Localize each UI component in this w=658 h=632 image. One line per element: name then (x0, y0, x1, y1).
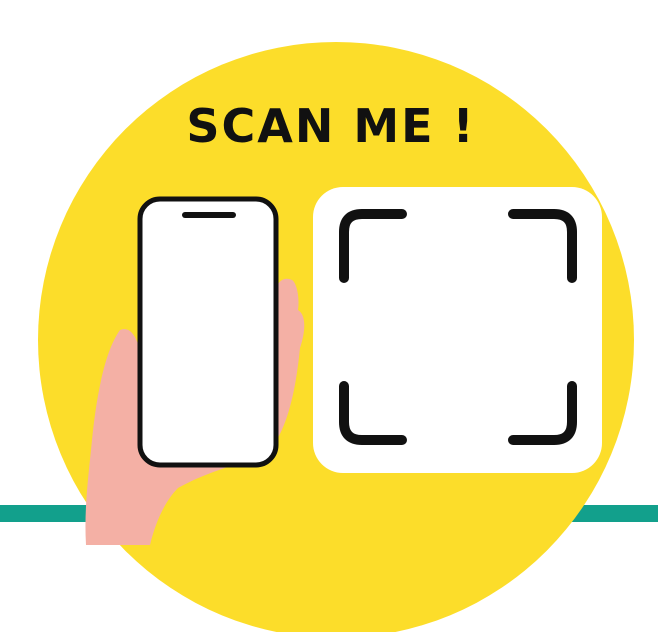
smartphone-icon (137, 196, 279, 468)
qr-scan-frame-icon (313, 187, 602, 473)
scan-me-heading: SCAN ME ! (186, 99, 476, 153)
scan-me-illustration: SCAN ME ! (0, 0, 658, 632)
illustration-artwork (0, 42, 658, 632)
